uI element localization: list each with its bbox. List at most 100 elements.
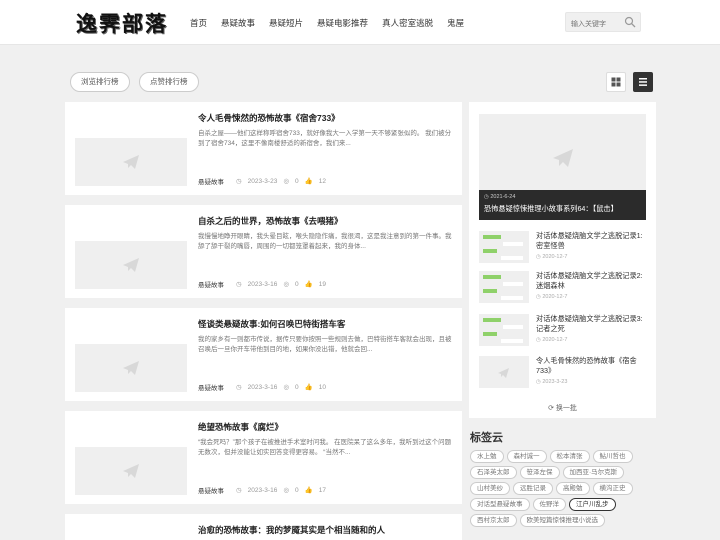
tag[interactable]: 横沟正史	[592, 482, 633, 495]
tag[interactable]: 加西亚·马尔克斯	[562, 466, 625, 479]
eye-icon: ◎	[283, 281, 289, 288]
tag[interactable]: 佐野洋	[532, 498, 566, 511]
nav-movie-recommend[interactable]: 悬疑电影推荐	[317, 17, 368, 29]
grid-icon	[611, 77, 621, 87]
article-thumbnail[interactable]	[75, 344, 187, 392]
tag[interactable]: 高殿勉	[556, 482, 590, 495]
tag[interactable]: 森村诚一	[506, 450, 547, 463]
clock-icon: ◷	[236, 487, 242, 494]
article-title[interactable]: 绝望恐怖故事《腐烂》	[198, 421, 283, 433]
sidebar-post-thumbnail[interactable]	[479, 356, 529, 388]
article-date: 2023-3-16	[247, 383, 278, 391]
featured-caption: ◷ 2021-6-24 恐怖悬疑惊悚推理小故事系列64：【鼠击】	[479, 190, 646, 220]
sidebar-post[interactable]: 对话体悬疑烧脑文学之逃脱记录2: 迷烟森林 ◷ 2020-12-7	[479, 271, 646, 305]
sidebar-post-thumbnail[interactable]	[479, 271, 529, 303]
tag[interactable]: 山村美纱	[470, 482, 510, 495]
article-card[interactable]: 怪谈类悬疑故事:如何召唤巴特街搭车客 我的家乡有一则都市传说，据传只要你按照一些…	[65, 308, 462, 401]
article-category[interactable]: 悬疑故事	[198, 176, 224, 186]
nav-suspense-shorts[interactable]: 悬疑短片	[269, 17, 303, 29]
tag[interactable]: 对话型悬疑故事	[470, 498, 530, 511]
nav-suspense-stories[interactable]: 悬疑故事	[221, 17, 255, 29]
sidebar-post-title[interactable]: 对话体悬疑烧脑文学之逃脱记录2: 迷烟森林	[536, 271, 648, 291]
thumbs-up-icon[interactable]: 👍	[305, 280, 313, 288]
sidebar-post-title[interactable]: 令人毛骨悚然的恐怖故事《宿舍733》	[536, 356, 648, 376]
list-view-button[interactable]	[633, 72, 653, 92]
tag[interactable]: 远胜记录	[513, 482, 553, 495]
thumbs-up-icon[interactable]: 👍	[305, 486, 313, 494]
tag[interactable]: 松本清张	[549, 450, 590, 463]
sidebar-recommend: ◷ 2021-6-24 恐怖悬疑惊悚推理小故事系列64：【鼠击】 对话体悬疑烧脑…	[469, 102, 656, 418]
article-card[interactable]: 自杀之后的世界，恐怖故事《去喂猪》 我慢慢地睁开眼睛，我头晕目眩，喉头隐隐作痛，…	[65, 205, 462, 298]
article-date: 2023-3-16	[247, 280, 278, 288]
nav-haunted-house[interactable]: 鬼屋	[447, 17, 464, 29]
nav-home[interactable]: 首页	[190, 17, 207, 29]
sidebar-post-title[interactable]: 对话体悬疑烧脑文学之逃脱记录3: 记者之死	[536, 314, 648, 334]
clock-icon: ◷	[236, 384, 242, 391]
nav-escape-room[interactable]: 真人密室逃脱	[382, 17, 433, 29]
tag[interactable]: 欧美短篇惊悚推理小说选	[519, 514, 605, 527]
site-header: 逸霁部落 首页 悬疑故事 悬疑短片 悬疑电影推荐 真人密室逃脱 鬼屋	[0, 0, 720, 45]
featured-title[interactable]: 恐怖悬疑惊悚推理小故事系列64：【鼠击】	[484, 204, 641, 214]
article-title[interactable]: 令人毛骨悚然的恐怖故事《宿舍733》	[198, 112, 340, 124]
image-placeholder-icon	[498, 368, 509, 378]
article-excerpt: 我慢慢地睁开眼睛，我头晕目眩，喉头隐隐作痛，我很渴，这是我注意到的第一件事。我舔…	[198, 233, 452, 250]
thumbs-up-icon[interactable]: 👍	[305, 383, 313, 391]
article-thumbnail[interactable]	[75, 447, 187, 495]
search-icon[interactable]	[624, 16, 636, 28]
article-meta: 悬疑故事 ◷ 2023-3-16 ◎ 0 👍 17	[198, 485, 332, 496]
eye-icon: ◎	[283, 384, 289, 391]
article-meta: 悬疑故事 ◷ 2023-3-23 ◎ 0 👍 12	[198, 176, 332, 187]
featured-date: ◷ 2021-6-24	[484, 194, 516, 200]
article-card[interactable]: 绝望恐怖故事《腐烂》 “我会死吗？”那个孩子在被推进手术室时问我。 在医院呆了这…	[65, 411, 462, 504]
sidebar-post[interactable]: 对话体悬疑烧脑文学之逃脱记录1: 密室怪兽 ◷ 2020-12-7	[479, 231, 646, 265]
article-likes: 17	[318, 486, 326, 494]
sidebar-post-date: ◷ 2020-12-7	[536, 254, 568, 260]
article-title[interactable]: 怪谈类悬疑故事:如何召唤巴特街搭车客	[198, 318, 345, 330]
sidebar-post-thumbnail[interactable]	[479, 231, 529, 263]
tag-cloud: 水上勉 森村诚一 松本清张 鮎川哲也 石泽英太郎 笹泽左保 加西亚·马尔克斯 山…	[470, 450, 656, 527]
article-likes: 10	[318, 383, 326, 391]
article-title[interactable]: 治愈的恐怖故事：我的梦魇其实是个相当随和的人	[198, 524, 385, 536]
article-views: 0	[294, 177, 299, 185]
article-category[interactable]: 悬疑故事	[198, 279, 224, 289]
clock-icon: ◷	[236, 178, 242, 185]
grid-view-button[interactable]	[606, 72, 626, 92]
image-placeholder-icon	[123, 361, 139, 375]
refresh-button[interactable]: ⟳ 换一批	[469, 403, 656, 413]
tag[interactable]: 石泽英太郎	[470, 466, 517, 479]
sidebar-post-date: ◷ 2020-12-7	[536, 294, 568, 300]
article-category[interactable]: 悬疑故事	[198, 382, 224, 392]
eye-icon: ◎	[283, 487, 289, 494]
site-logo[interactable]: 逸霁部落	[76, 8, 168, 38]
article-excerpt: 我的家乡有一则都市传说，据传只要你按照一些规则去做，巴特街搭车客就会出现，且被召…	[198, 336, 452, 353]
article-meta: 悬疑故事 ◷ 2023-3-16 ◎ 0 👍 19	[198, 279, 332, 290]
article-likes: 12	[318, 177, 326, 185]
sidebar-post[interactable]: 令人毛骨悚然的恐怖故事《宿舍733》 ◷ 2023-3-23	[479, 356, 646, 390]
article-excerpt: 自杀之屋——他们这样称呼宿舍733，就好像我大一入学第一天不够紧张似的。 我们被…	[198, 130, 452, 147]
article-thumbnail[interactable]	[75, 241, 187, 289]
search-input[interactable]	[566, 15, 622, 34]
tag-cloud-title: 标签云	[470, 432, 503, 444]
search-box	[565, 12, 641, 34]
article-views: 0	[294, 486, 299, 494]
thumbs-up-icon[interactable]: 👍	[305, 177, 313, 185]
article-title[interactable]: 自杀之后的世界，恐怖故事《去喂猪》	[198, 215, 343, 227]
article-thumbnail[interactable]	[75, 138, 187, 186]
sidebar-post[interactable]: 对话体悬疑烧脑文学之逃脱记录3: 记者之死 ◷ 2020-12-7	[479, 314, 646, 348]
article-card[interactable]: 治愈的恐怖故事：我的梦魇其实是个相当随和的人	[65, 514, 462, 540]
clock-icon: ◷	[236, 281, 242, 288]
sidebar-post-title[interactable]: 对话体悬疑烧脑文学之逃脱记录1: 密室怪兽	[536, 231, 648, 251]
tag[interactable]: 笹泽左保	[519, 466, 560, 479]
tag[interactable]: 鮎川哲也	[592, 450, 633, 463]
article-card[interactable]: 令人毛骨悚然的恐怖故事《宿舍733》 自杀之屋——他们这样称呼宿舍733，就好像…	[65, 102, 462, 195]
chat-screenshot-icon	[483, 235, 523, 260]
tag-active[interactable]: 江户川乱步	[569, 498, 616, 511]
featured-post[interactable]: ◷ 2021-6-24 恐怖悬疑惊悚推理小故事系列64：【鼠击】	[479, 114, 646, 220]
sidebar-post-thumbnail[interactable]	[479, 314, 529, 346]
tag[interactable]: 西村京太郎	[470, 514, 517, 527]
tag[interactable]: 水上勉	[470, 450, 504, 463]
article-date: 2023-3-23	[247, 177, 278, 185]
likes-ranking-button[interactable]: 点赞排行榜	[139, 72, 199, 92]
article-category[interactable]: 悬疑故事	[198, 485, 224, 495]
views-ranking-button[interactable]: 浏览排行榜	[70, 72, 130, 92]
